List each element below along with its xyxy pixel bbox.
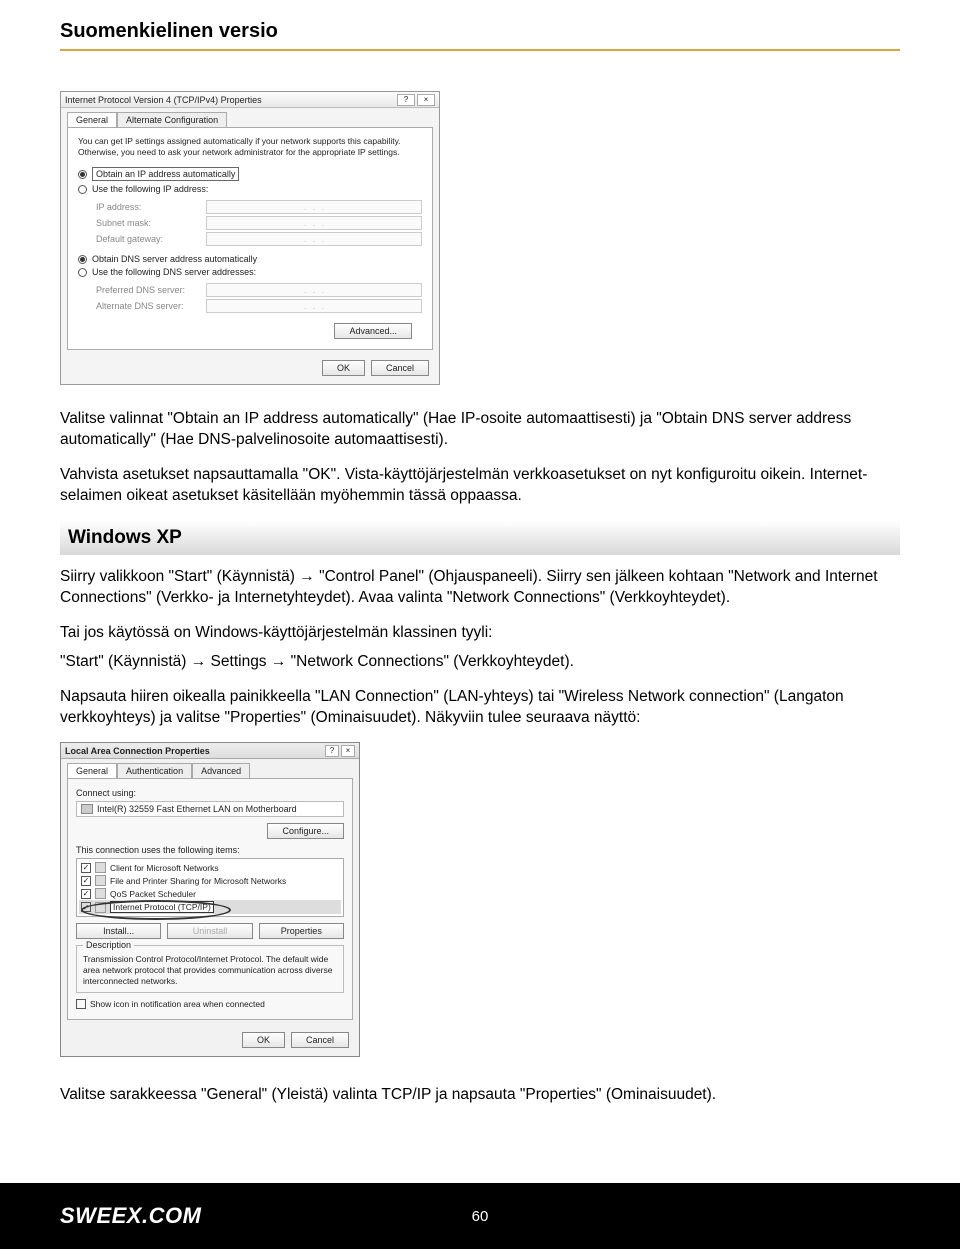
lan-properties-dialog: Local Area Connection Properties ? × Gen… [60, 742, 360, 1057]
input-subnet[interactable]: . . . [206, 216, 422, 230]
ok-button[interactable]: OK [322, 360, 365, 376]
advanced-button[interactable]: Advanced... [334, 323, 412, 339]
dialog2-titlebar: Local Area Connection Properties ? × [61, 743, 359, 759]
items-list[interactable]: Client for Microsoft Networks File and P… [76, 858, 344, 917]
connect-using-label: Connect using: [76, 788, 344, 798]
paragraph-3: Siirry valikkoon "Start" (Käynnistä) → "… [60, 567, 900, 609]
install-button[interactable]: Install... [76, 923, 161, 939]
ipv4-properties-dialog: Internet Protocol Version 4 (TCP/IPv4) P… [60, 91, 440, 385]
service-icon [95, 862, 106, 873]
radio-use-dns[interactable] [78, 268, 87, 277]
items-label: This connection uses the following items… [76, 845, 344, 855]
notify-label: Show icon in notification area when conn… [90, 999, 265, 1009]
input-ip[interactable]: . . . [206, 200, 422, 214]
description-group: Description Transmission Control Protoco… [76, 945, 344, 993]
dialog-title: Internet Protocol Version 4 (TCP/IPv4) P… [65, 95, 262, 105]
cancel-button[interactable]: Cancel [291, 1032, 349, 1048]
radio-use-ip[interactable] [78, 185, 87, 194]
radio-use-dns-label: Use the following DNS server addresses: [92, 267, 256, 277]
description-title: Description [83, 940, 134, 950]
ok-button[interactable]: OK [242, 1032, 285, 1048]
nic-icon [81, 804, 93, 814]
brand-logo: SWEEX.COM [60, 1203, 201, 1229]
paragraph-4: Tai jos käytössä on Windows-käyttöjärjes… [60, 623, 900, 644]
service-icon [95, 875, 106, 886]
input-gateway[interactable]: . . . [206, 232, 422, 246]
paragraph-6: Napsauta hiiren oikealla painikkeella "L… [60, 687, 900, 729]
tab-alternate[interactable]: Alternate Configuration [117, 112, 227, 127]
device-row: Intel(R) 32559 Fast Ethernet LAN on Moth… [76, 801, 344, 817]
close-icon[interactable]: × [417, 94, 435, 106]
dialog-titlebar: Internet Protocol Version 4 (TCP/IPv4) P… [61, 92, 439, 108]
paragraph-1: Valitse valinnat "Obtain an IP address a… [60, 409, 900, 451]
radio-obtain-ip[interactable] [78, 170, 87, 179]
label-gateway: Default gateway: [96, 234, 206, 244]
tab-advanced[interactable]: Advanced [192, 763, 250, 778]
item-client: Client for Microsoft Networks [110, 863, 219, 873]
item-qos: QoS Packet Scheduler [110, 889, 196, 899]
service-icon [95, 902, 106, 913]
input-pref-dns[interactable]: . . . [206, 283, 422, 297]
cancel-button[interactable]: Cancel [371, 360, 429, 376]
arrow-icon: → [299, 568, 315, 585]
radio-use-ip-label: Use the following IP address: [92, 184, 208, 194]
close-icon[interactable]: × [341, 745, 355, 757]
section-windows-xp: Windows XP [60, 521, 900, 555]
paragraph-5: "Start" (Käynnistä) → Settings → "Networ… [60, 652, 900, 673]
configure-button[interactable]: Configure... [267, 823, 344, 839]
header-rule [60, 49, 900, 51]
explain-text: You can get IP settings assigned automat… [78, 136, 422, 157]
dialog2-title: Local Area Connection Properties [65, 746, 210, 756]
radio-obtain-dns[interactable] [78, 255, 87, 264]
device-name: Intel(R) 32559 Fast Ethernet LAN on Moth… [97, 804, 297, 814]
page-header: Suomenkielinen versio [60, 20, 900, 43]
page-footer: SWEEX.COM 60 [0, 1183, 960, 1249]
tab-authentication[interactable]: Authentication [117, 763, 192, 778]
properties-button[interactable]: Properties [259, 923, 344, 939]
help-icon[interactable]: ? [325, 745, 339, 757]
input-alt-dns[interactable]: . . . [206, 299, 422, 313]
label-pref-dns: Preferred DNS server: [96, 285, 206, 295]
checkbox[interactable] [81, 889, 91, 899]
paragraph-7: Valitse sarakkeessa "General" (Yleistä) … [60, 1085, 900, 1106]
notify-checkbox[interactable] [76, 999, 86, 1009]
uninstall-button[interactable]: Uninstall [167, 923, 252, 939]
help-icon[interactable]: ? [397, 94, 415, 106]
label-alt-dns: Alternate DNS server: [96, 301, 206, 311]
checkbox[interactable] [81, 902, 91, 912]
page-number: 60 [472, 1208, 489, 1225]
item-fileprint: File and Printer Sharing for Microsoft N… [110, 876, 286, 886]
radio-obtain-dns-label: Obtain DNS server address automatically [92, 254, 257, 264]
label-ip: IP address: [96, 202, 206, 212]
tab-general[interactable]: General [67, 112, 117, 127]
tab-general[interactable]: General [67, 763, 117, 778]
label-subnet: Subnet mask: [96, 218, 206, 228]
item-tcpip: Internet Protocol (TCP/IP) [110, 901, 214, 913]
service-icon [95, 888, 106, 899]
arrow-icon: → [191, 653, 207, 670]
checkbox[interactable] [81, 863, 91, 873]
radio-obtain-ip-label: Obtain an IP address automatically [92, 167, 239, 181]
paragraph-2: Vahvista asetukset napsauttamalla "OK". … [60, 465, 900, 507]
checkbox[interactable] [81, 876, 91, 886]
description-text: Transmission Control Protocol/Internet P… [83, 954, 337, 986]
arrow-icon: → [271, 653, 287, 670]
